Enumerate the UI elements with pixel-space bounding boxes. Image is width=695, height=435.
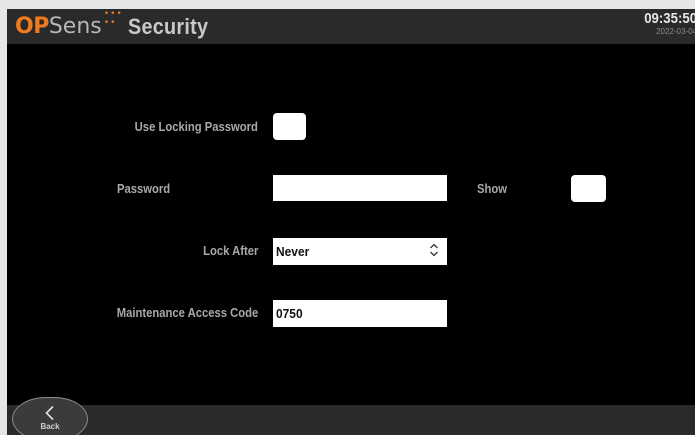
back-button-label: Back <box>40 422 60 431</box>
chevron-up-down-icon <box>430 243 438 257</box>
maintenance-access-code-label: Maintenance Access Code <box>116 306 258 320</box>
chevron-left-icon <box>45 405 54 421</box>
opsens-logo: OP Sens ••• •• <box>15 9 123 40</box>
back-button[interactable]: Back <box>12 397 88 435</box>
page-title: Security <box>128 14 209 39</box>
clock-time: 09:35:50 <box>644 10 695 27</box>
lock-after-value: Never <box>276 244 310 259</box>
show-label: Show <box>477 182 508 196</box>
logo-op-text: OP <box>15 14 49 39</box>
use-locking-password-checkbox[interactable] <box>273 113 306 140</box>
logo-dots-icon: ••• •• <box>103 9 123 28</box>
show-password-checkbox[interactable] <box>571 175 606 202</box>
logo-sens-text: Sens ••• •• <box>48 9 123 40</box>
header-bar: OP Sens ••• •• Security 09:35:50 2022-03-0… <box>7 9 695 44</box>
use-locking-password-label: Use Locking Password <box>134 120 258 134</box>
password-label: Password <box>117 182 171 196</box>
password-input[interactable] <box>273 175 447 201</box>
clock: 09:35:50 2022-03-04 <box>637 11 695 37</box>
footer-bar: Back <box>7 397 695 435</box>
lock-after-label: Lock After <box>202 244 258 258</box>
clock-date: 2022-03-04 <box>656 27 695 36</box>
lock-after-select[interactable]: Never <box>273 238 447 265</box>
device-screen: OP Sens ••• •• Security 09:35:50 2022-03-0… <box>7 9 695 435</box>
maintenance-access-code-input[interactable]: 0750 <box>273 300 447 327</box>
